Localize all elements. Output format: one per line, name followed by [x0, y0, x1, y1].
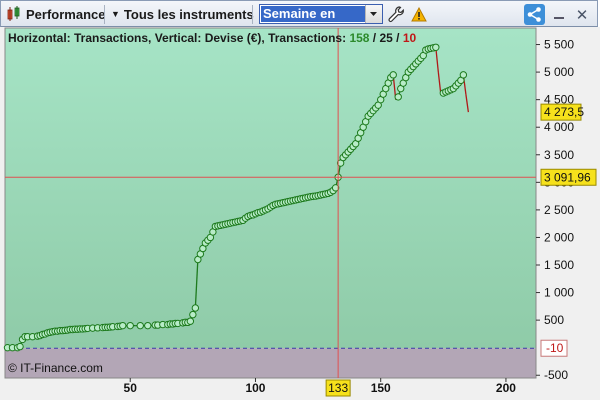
- x-tick-label: 50: [124, 381, 138, 395]
- data-point: [144, 321, 152, 330]
- last-value-badge-text: 4 273,5: [544, 105, 584, 119]
- y-tick-label: 4 000: [544, 120, 574, 134]
- last-value-badge: 4 273,5: [540, 103, 584, 121]
- count-loss: 10: [402, 31, 417, 45]
- data-point: [189, 310, 197, 319]
- crosshair-y-badge-text: 3 091,96: [544, 170, 591, 184]
- data-point: [16, 342, 24, 351]
- data-point: [394, 93, 402, 101]
- count-total: 158: [349, 31, 370, 45]
- x-tick-label: 200: [496, 381, 516, 395]
- data-point: [119, 321, 127, 330]
- data-point: [432, 43, 440, 51]
- positive-area: [5, 28, 536, 349]
- y-tick-label: 5 000: [544, 65, 574, 79]
- y-tick-label: 2 000: [544, 230, 574, 244]
- header-sep: /: [392, 31, 403, 45]
- watermark: © IT-Finance.com: [8, 361, 103, 375]
- data-point: [389, 71, 397, 79]
- crosshair-y-badge: 3 091,96: [540, 168, 597, 186]
- zero-line-badge: -10: [540, 339, 568, 357]
- crosshair-x-badge-text: 133: [328, 381, 348, 395]
- performance-chart[interactable]: -5005001 0001 5002 0002 5003 0003 5004 0…: [0, 0, 600, 400]
- y-tick-label: 1 000: [544, 286, 574, 300]
- data-point: [136, 321, 144, 330]
- data-point: [191, 304, 200, 312]
- data-point: [126, 321, 134, 330]
- y-tick-label: 5 500: [544, 38, 574, 52]
- x-tick-label: 150: [371, 381, 391, 395]
- y-tick-label: -500: [544, 368, 568, 382]
- count-win: 25: [379, 31, 393, 45]
- y-tick-label: 2 500: [544, 203, 574, 217]
- crosshair-x-badge: 133: [325, 379, 351, 397]
- x-tick-label: 100: [245, 381, 265, 395]
- data-point: [459, 71, 468, 79]
- y-tick-label: 3 500: [544, 148, 574, 162]
- y-tick-label: 500: [544, 313, 564, 327]
- header-prefix: Horizontal: Transactions, Vertical: Devi…: [8, 31, 350, 45]
- y-tick-label: 1 500: [544, 258, 574, 272]
- data-point: [186, 317, 195, 325]
- header-sep: /: [369, 31, 380, 45]
- zero-line-badge-text: -10: [546, 341, 564, 355]
- chart-header: Horizontal: Transactions, Vertical: Devi…: [8, 31, 416, 45]
